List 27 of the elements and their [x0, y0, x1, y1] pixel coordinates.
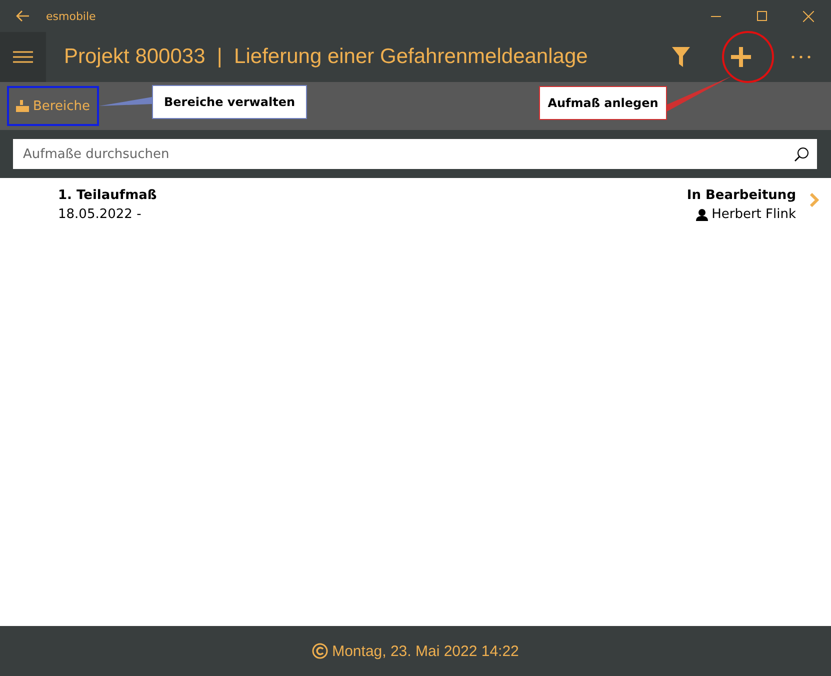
status-date: Montag, 23. Mai 2022 14:22: [332, 642, 519, 660]
leader-line: [666, 76, 732, 112]
callout: Aufmaß anlegen: [539, 86, 667, 120]
list-item[interactable]: 1. Teilaufmaß 18.05.2022 - In Bearbeitung Herbert Flink: [0, 178, 831, 222]
menu-button[interactable]: [0, 32, 46, 82]
page-title: Projekt 800033 | Lieferung einer Gefahrenmeldeanlage: [64, 45, 588, 69]
item-title: 1. Teilaufmaß: [58, 188, 157, 203]
item-status: In Bearbeitung: [686, 188, 796, 203]
callout: Bereiche verwalten: [152, 85, 307, 119]
leader-line: [99, 97, 152, 106]
person-icon: [696, 208, 708, 220]
item-user: Herbert Flink: [712, 207, 796, 222]
search-field[interactable]: Aufmaße durchsuchen: [13, 139, 817, 169]
item-date: 18.05.2022 -: [58, 207, 142, 222]
back-arrow-icon[interactable]: [16, 10, 30, 22]
menu-icon[interactable]: [13, 50, 33, 64]
search-icon[interactable]: [794, 147, 809, 162]
chevron-icon: [810, 193, 819, 207]
areas-icon: [16, 100, 29, 112]
plus-icon[interactable]: [730, 46, 752, 68]
areas-button[interactable]: Bereiche: [10, 90, 96, 122]
window-title: esmobile: [46, 10, 97, 22]
more-icon[interactable]: [791, 55, 811, 59]
maximize-icon[interactable]: [757, 11, 767, 21]
close-icon[interactable]: [802, 10, 814, 22]
filter-icon[interactable]: [672, 47, 690, 67]
highlight-circle: [722, 31, 774, 83]
